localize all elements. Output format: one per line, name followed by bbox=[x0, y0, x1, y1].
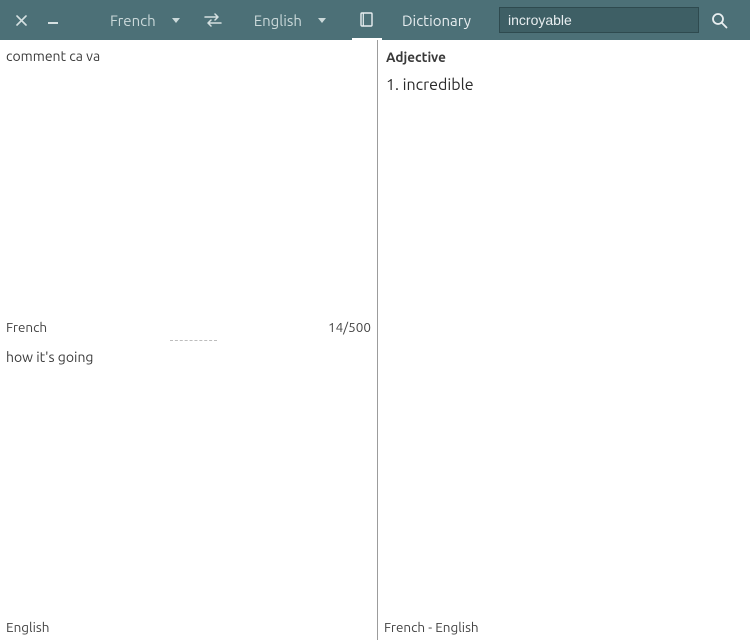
minimize-button[interactable] bbox=[38, 0, 68, 40]
source-footer: French 14/500 bbox=[0, 314, 377, 340]
search-button[interactable] bbox=[701, 0, 737, 40]
source-lang-label: French bbox=[6, 319, 47, 335]
dictionary-toggle[interactable] bbox=[350, 0, 384, 40]
dictionary-spacer bbox=[378, 94, 749, 614]
toolbar: French English Dictionary bbox=[0, 0, 750, 40]
search-icon bbox=[711, 12, 728, 29]
main-content: comment ca va French 14/500 how it's goi… bbox=[0, 40, 750, 640]
close-button[interactable] bbox=[6, 0, 36, 40]
part-of-speech: Adjective bbox=[378, 40, 749, 68]
dictionary-search-input[interactable] bbox=[499, 7, 699, 33]
chevron-down-icon bbox=[172, 18, 180, 23]
target-language-select[interactable]: English bbox=[236, 0, 336, 40]
target-footer: English bbox=[0, 614, 377, 640]
book-icon bbox=[359, 12, 375, 28]
language-pair-label: French - English bbox=[384, 619, 479, 635]
source-text: comment ca va bbox=[6, 48, 100, 64]
swap-languages-button[interactable] bbox=[198, 0, 228, 40]
char-count: 14/500 bbox=[328, 319, 371, 335]
target-language-label: English bbox=[254, 12, 302, 29]
dictionary-pane: Adjective 1. incredible French - English bbox=[378, 40, 749, 640]
source-language-label: French bbox=[110, 12, 156, 29]
target-text-area: how it's going bbox=[0, 341, 377, 615]
dictionary-tab[interactable]: Dictionary bbox=[386, 0, 487, 40]
translator-pane: comment ca va French 14/500 how it's goi… bbox=[0, 40, 378, 640]
chevron-down-icon bbox=[318, 18, 326, 23]
source-text-area[interactable]: comment ca va bbox=[0, 40, 377, 314]
dictionary-tab-label: Dictionary bbox=[402, 12, 471, 29]
target-lang-label: English bbox=[6, 619, 49, 635]
source-language-select[interactable]: French bbox=[92, 0, 190, 40]
dictionary-footer: French - English bbox=[378, 614, 749, 640]
target-text: how it's going bbox=[6, 349, 94, 365]
definition-entry: 1. incredible bbox=[378, 68, 749, 94]
